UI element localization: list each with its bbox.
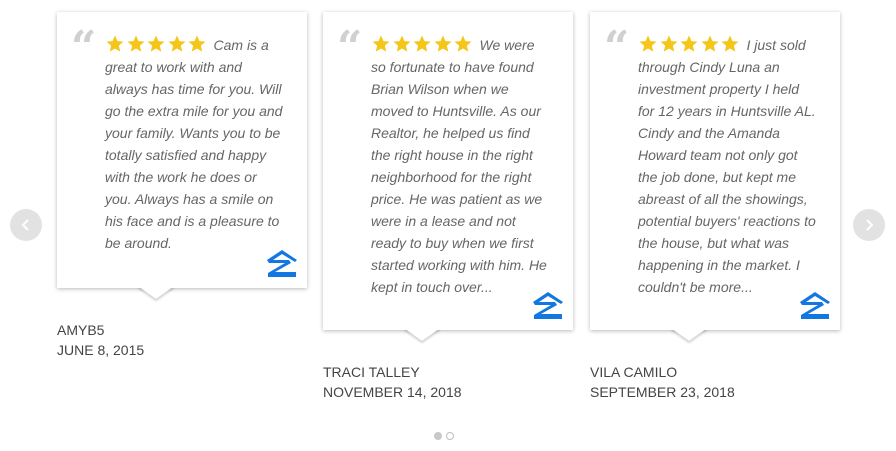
star-icon xyxy=(105,34,125,54)
review-text: We were so fortunate to have found Brian… xyxy=(371,37,547,295)
star-icon xyxy=(433,34,453,54)
prev-arrow-button[interactable] xyxy=(10,209,42,241)
star-icon xyxy=(412,34,432,54)
pagination-dot-2[interactable] xyxy=(446,432,454,440)
carousel-pagination xyxy=(434,432,454,440)
review-card: “ Cam is a great to work with and always… xyxy=(57,12,307,299)
review-item: “ Cam is a great to work with and always… xyxy=(57,12,307,360)
quote-icon: “ xyxy=(604,22,630,73)
star-icon xyxy=(371,34,391,54)
star-icon xyxy=(700,34,720,54)
star-icon xyxy=(167,34,187,54)
review-date: SEPTEMBER 23, 2018 xyxy=(590,384,735,400)
star-icon xyxy=(659,34,679,54)
speech-tail xyxy=(137,288,175,299)
quote-icon: “ xyxy=(337,22,363,73)
star-rating xyxy=(638,34,741,54)
star-icon xyxy=(638,34,658,54)
star-icon xyxy=(187,34,207,54)
star-icon xyxy=(720,34,740,54)
zillow-logo-icon xyxy=(267,250,297,277)
review-author: VILA CAMILO xyxy=(590,364,678,380)
chevron-right-icon xyxy=(866,219,874,231)
review-author: AMYB5 xyxy=(57,322,105,338)
speech-tail xyxy=(403,330,441,341)
star-rating xyxy=(371,34,474,54)
star-icon xyxy=(126,34,146,54)
star-icon xyxy=(392,34,412,54)
review-text: I just sold through Cindy Luna an invest… xyxy=(638,37,816,295)
review-card: “ I just sold through Cindy Luna an inve… xyxy=(590,12,840,341)
star-icon xyxy=(146,34,166,54)
speech-tail xyxy=(670,330,708,341)
star-rating xyxy=(105,34,208,54)
chevron-left-icon xyxy=(21,219,29,231)
review-date: NOVEMBER 14, 2018 xyxy=(323,384,462,400)
star-icon xyxy=(679,34,699,54)
zillow-logo-icon xyxy=(533,292,563,319)
pagination-dot-1[interactable] xyxy=(434,432,442,440)
review-card: “ We were so fortunate to have found Bri… xyxy=(323,12,573,341)
zillow-logo-icon xyxy=(800,292,830,319)
review-item: “ I just sold through Cindy Luna an inve… xyxy=(590,12,840,402)
review-date: JUNE 8, 2015 xyxy=(57,342,145,358)
next-arrow-button[interactable] xyxy=(853,209,885,241)
review-author: TRACI TALLEY xyxy=(323,364,420,380)
review-item: “ We were so fortunate to have found Bri… xyxy=(323,12,573,402)
star-icon xyxy=(453,34,473,54)
review-text: Cam is a great to work with and always h… xyxy=(105,37,283,251)
quote-icon: “ xyxy=(71,22,97,73)
